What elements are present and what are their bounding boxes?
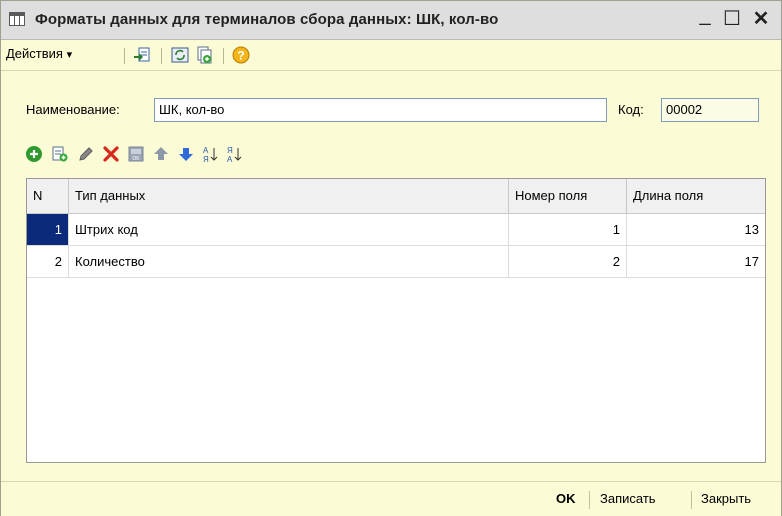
help-icon[interactable]: ? (232, 46, 250, 64)
sort-descending-icon[interactable]: ЯА (225, 145, 243, 164)
code-field[interactable]: 00002 (661, 98, 759, 122)
dialog-footer: OK Записать Закрыть (1, 481, 781, 516)
column-header-field-length[interactable]: Длина поля (627, 179, 765, 213)
actions-menu-label: Действия (6, 46, 63, 61)
move-down-icon[interactable] (177, 145, 195, 163)
edit-row-icon[interactable] (77, 145, 95, 163)
name-label: Наименование: (26, 102, 120, 117)
move-up-icon[interactable] (152, 145, 170, 163)
add-row-icon[interactable] (25, 145, 43, 163)
svg-text:?: ? (237, 49, 244, 63)
data-type-cell[interactable]: Количество (69, 246, 509, 277)
table-row[interactable]: 2 Количество 2 17 (27, 246, 765, 278)
window-title: Форматы данных для терминалов сбора данн… (35, 11, 499, 28)
code-label: Код: (618, 102, 644, 117)
ok-button[interactable]: OK (556, 491, 576, 506)
toolbar-separator (223, 48, 224, 64)
table-header: N Тип данных Номер поля Длина поля (27, 179, 765, 214)
copy-document-icon[interactable] (195, 46, 213, 64)
column-header-data-type[interactable]: Тип данных (69, 179, 509, 213)
column-header-n[interactable]: N (27, 179, 69, 213)
delete-row-icon[interactable] (102, 145, 120, 163)
copy-row-icon[interactable] (51, 145, 69, 163)
svg-text:А: А (227, 155, 233, 163)
maximize-button[interactable]: ☐ (720, 7, 744, 31)
toolbar-separator (124, 48, 125, 64)
field-length-cell[interactable]: 13 (627, 214, 765, 245)
chevron-down-icon: ▾ (66, 49, 73, 61)
sort-ascending-icon[interactable]: АЯ (201, 145, 219, 164)
row-number-cell: 1 (27, 214, 69, 245)
table-row[interactable]: 1 Штрих код 1 13 (27, 214, 765, 246)
actions-menu[interactable]: Действия ▾ (6, 46, 72, 61)
data-formats-table[interactable]: N Тип данных Номер поля Длина поля 1 Штр… (26, 178, 766, 463)
move-to-file-icon[interactable] (133, 46, 151, 64)
field-length-cell[interactable]: 17 (627, 246, 765, 277)
svg-text:Я: Я (203, 155, 209, 163)
refresh-icon[interactable] (171, 46, 189, 64)
footer-separator (589, 491, 590, 509)
svg-text:OK: OK (132, 156, 140, 162)
column-header-field-number[interactable]: Номер поля (509, 179, 627, 213)
close-button[interactable]: Закрыть (701, 491, 751, 506)
main-toolbar: Действия ▾ ? (1, 40, 781, 71)
data-type-cell[interactable]: Штрих код (69, 214, 509, 245)
svg-text:Я: Я (227, 146, 233, 155)
dialog-window: Форматы данных для терминалов сбора данн… (0, 0, 782, 516)
field-number-cell[interactable]: 1 (509, 214, 627, 245)
table-icon (9, 12, 25, 26)
title-bar[interactable]: Форматы данных для терминалов сбора данн… (1, 1, 781, 40)
minimize-button[interactable]: _ (693, 3, 717, 27)
save-button[interactable]: Записать (600, 491, 656, 506)
field-number-cell[interactable]: 2 (509, 246, 627, 277)
row-number-cell: 2 (27, 246, 69, 277)
footer-separator (691, 491, 692, 509)
svg-text:А: А (203, 146, 209, 155)
close-window-button[interactable]: ✕ (749, 7, 773, 31)
end-edit-icon[interactable]: OK (127, 145, 145, 163)
toolbar-separator (161, 48, 162, 64)
name-field[interactable]: ШК, кол-во (154, 98, 607, 122)
